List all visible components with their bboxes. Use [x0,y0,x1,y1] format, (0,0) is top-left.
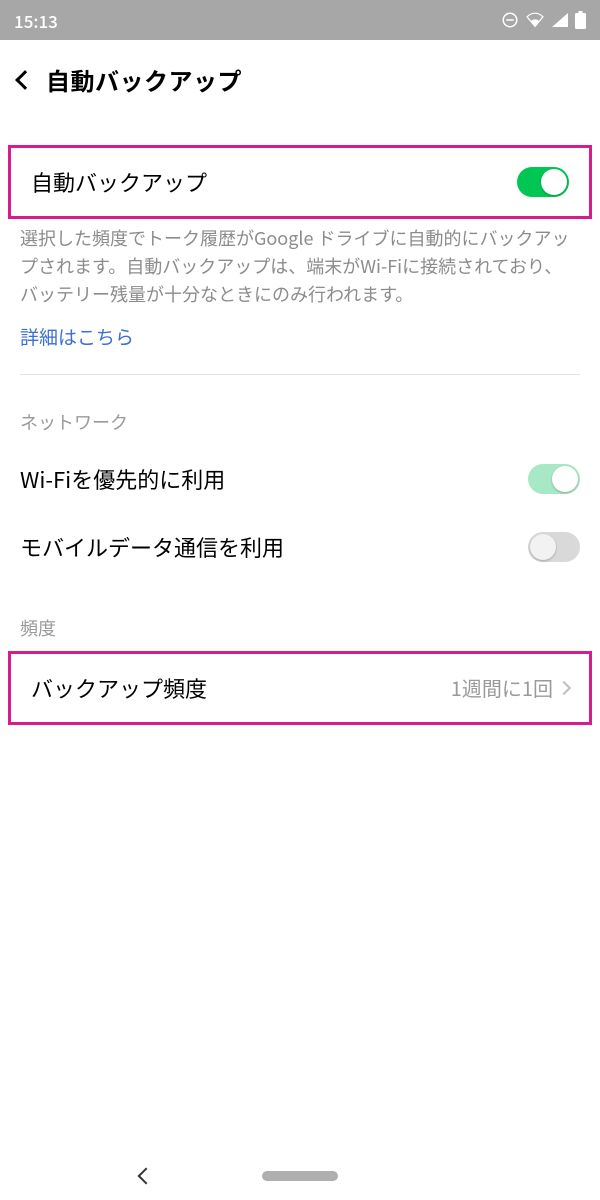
learn-more-link[interactable]: 詳細はこちら [0,319,600,374]
chevron-right-icon [557,681,571,695]
nav-back-icon[interactable] [138,1168,155,1185]
backup-frequency-label: バックアップ頻度 [31,672,451,704]
wifi-priority-row[interactable]: Wi-Fiを優先的に利用 [0,445,600,513]
mobile-data-label: モバイルデータ通信を利用 [20,531,528,563]
auto-backup-row[interactable]: 自動バックアップ [8,145,592,219]
page-title: 自動バックアップ [46,62,242,97]
wifi-priority-label: Wi-Fiを優先的に利用 [20,463,528,495]
mobile-data-row[interactable]: モバイルデータ通信を利用 [0,513,600,581]
status-time: 15:13 [14,8,58,33]
mobile-data-toggle[interactable] [528,532,580,562]
wifi-priority-toggle[interactable] [528,464,580,494]
wifi-icon [525,12,545,28]
backup-frequency-row[interactable]: バックアップ頻度 1週間に1回 [8,651,592,725]
status-icons [501,11,586,29]
status-bar: 15:13 [0,0,600,40]
auto-backup-toggle[interactable] [517,167,569,197]
do-not-disturb-icon [501,11,519,29]
auto-backup-description: 選択した頻度でトーク履歴がGoogle ドライブに自動的にバックアップされます。… [0,219,600,319]
frequency-section-header: 頻度 [0,581,600,651]
auto-backup-label: 自動バックアップ [31,166,517,198]
backup-frequency-value: 1週間に1回 [451,673,553,702]
back-icon[interactable] [15,70,35,90]
network-section-header: ネットワーク [0,375,600,445]
signal-icon [551,12,569,28]
battery-icon [575,11,586,29]
nav-home-pill[interactable] [262,1171,338,1181]
android-nav-bar [0,1152,600,1200]
app-bar: 自動バックアップ [0,40,600,115]
